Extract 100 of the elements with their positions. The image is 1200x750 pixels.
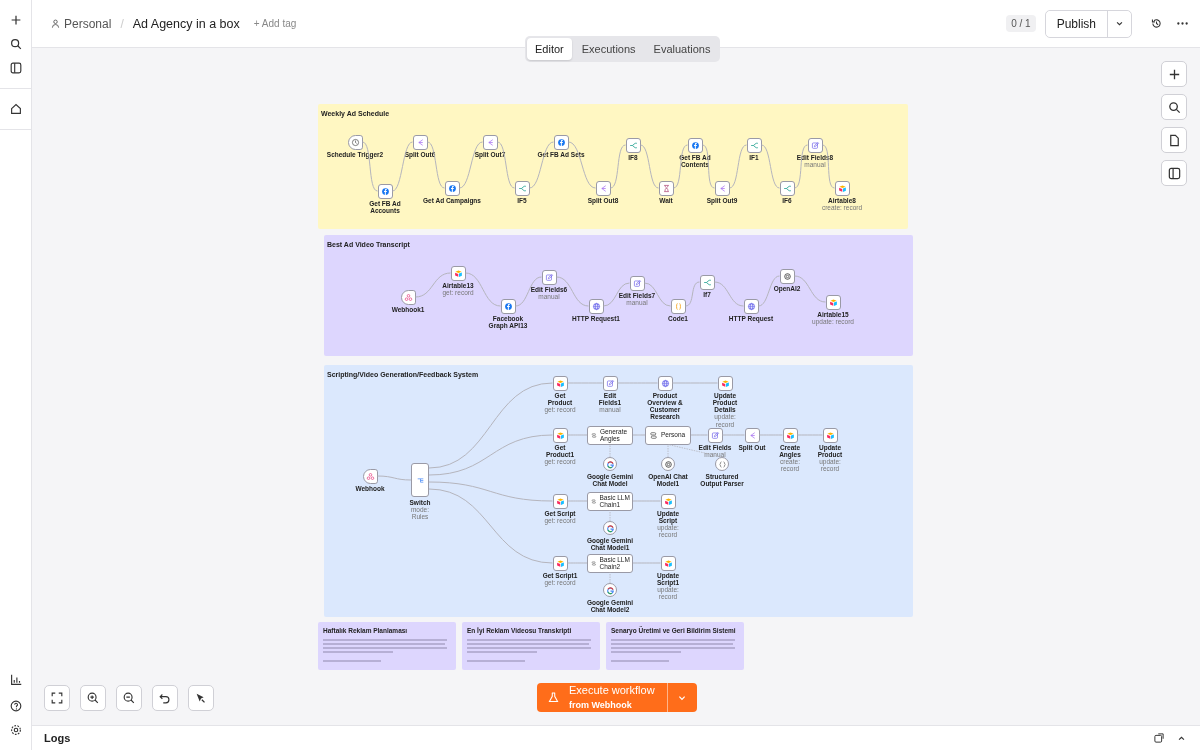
workflow-node[interactable] bbox=[411, 463, 429, 497]
add-node-button[interactable] bbox=[1161, 61, 1187, 87]
connection-line bbox=[632, 434, 646, 436]
facebook-icon bbox=[690, 140, 700, 150]
split-icon bbox=[717, 183, 727, 193]
webhook-icon bbox=[365, 471, 375, 481]
connection-line bbox=[722, 434, 745, 436]
connection-line bbox=[632, 562, 661, 564]
airtable-icon bbox=[828, 297, 838, 307]
facebook-icon bbox=[447, 183, 457, 193]
panel-icon bbox=[8, 61, 23, 75]
help-icon bbox=[8, 699, 23, 713]
fit-view-button[interactable] bbox=[44, 685, 70, 711]
version-counter: 0 / 1 bbox=[1006, 15, 1036, 32]
fit-view-icon bbox=[50, 691, 64, 705]
project-link[interactable]: Personal bbox=[50, 16, 112, 31]
airtable-icon bbox=[825, 430, 835, 440]
view-tab[interactable]: Editor bbox=[527, 38, 572, 60]
chart-icon bbox=[8, 673, 23, 687]
google-icon bbox=[605, 523, 615, 533]
undo-icon bbox=[158, 691, 172, 705]
search-nodes-button[interactable] bbox=[1161, 94, 1187, 120]
pop-out-button[interactable] bbox=[1153, 732, 1165, 744]
hourglass-icon bbox=[661, 183, 671, 193]
add-tag-link[interactable]: + Add tag bbox=[253, 18, 297, 29]
airtable-icon bbox=[555, 496, 565, 506]
facebook-icon bbox=[556, 137, 566, 147]
clock-icon bbox=[350, 137, 360, 147]
zoom-out-button[interactable] bbox=[116, 685, 142, 711]
chain-icon bbox=[591, 558, 597, 568]
sticky-note-button[interactable] bbox=[1161, 127, 1187, 153]
facebook-icon bbox=[503, 301, 513, 311]
settings-icon bbox=[8, 723, 23, 737]
edit-icon bbox=[544, 272, 554, 282]
tidy-up-button[interactable] bbox=[188, 685, 214, 711]
split-icon bbox=[415, 137, 425, 147]
google-icon bbox=[605, 459, 615, 469]
connection-line bbox=[567, 434, 588, 436]
airtable-icon bbox=[837, 183, 847, 193]
edit-icon bbox=[632, 278, 642, 288]
connection-line bbox=[567, 562, 588, 564]
chain-icon bbox=[649, 430, 658, 440]
zoom-in-icon bbox=[86, 691, 100, 705]
globe-icon bbox=[591, 301, 601, 311]
airtable-icon bbox=[720, 378, 730, 388]
zoom-out-icon bbox=[122, 691, 136, 705]
globe-icon bbox=[746, 301, 756, 311]
person-icon bbox=[50, 18, 61, 29]
panel-icon bbox=[1166, 165, 1182, 181]
google-icon bbox=[605, 585, 615, 595]
branch-icon bbox=[628, 140, 638, 150]
workflow-name[interactable]: Ad Agency in a box bbox=[132, 16, 240, 31]
more-menu-button[interactable] bbox=[1177, 22, 1188, 25]
chain-icon bbox=[591, 496, 597, 506]
webhook-icon bbox=[403, 292, 413, 302]
airtable-icon bbox=[785, 430, 795, 440]
history-icon bbox=[1150, 17, 1163, 30]
connection-line bbox=[567, 500, 588, 502]
pop-out-icon bbox=[1153, 732, 1165, 744]
edit-icon bbox=[605, 378, 615, 388]
connection-line bbox=[797, 434, 823, 436]
connection-line bbox=[610, 144, 626, 189]
split-icon bbox=[598, 183, 608, 193]
cursor-icon bbox=[194, 691, 208, 705]
airtable-icon bbox=[663, 558, 673, 568]
connection-line bbox=[377, 475, 412, 481]
connection-line bbox=[690, 434, 708, 436]
home-icon bbox=[8, 102, 23, 116]
reset-zoom-button[interactable] bbox=[152, 685, 178, 711]
branch-icon bbox=[749, 140, 759, 150]
view-tab[interactable]: Evaluations bbox=[645, 38, 719, 60]
airtable-icon bbox=[555, 430, 565, 440]
connection-line bbox=[632, 500, 661, 502]
search-icon bbox=[8, 37, 23, 51]
openai-icon bbox=[782, 271, 792, 281]
code-icon bbox=[673, 301, 683, 311]
edit-icon bbox=[710, 430, 720, 440]
connection-line bbox=[714, 281, 744, 307]
facebook-icon bbox=[380, 186, 390, 196]
view-tab[interactable]: Executions bbox=[573, 38, 644, 60]
logs-title[interactable]: Logs bbox=[44, 732, 71, 744]
breadcrumb-separator: / bbox=[120, 16, 124, 31]
airtable-icon bbox=[663, 496, 673, 506]
split-icon bbox=[747, 430, 757, 440]
branch-icon bbox=[782, 183, 792, 193]
airtable-icon bbox=[555, 558, 565, 568]
globe-icon bbox=[660, 378, 670, 388]
connection-line bbox=[640, 144, 659, 189]
branch-icon bbox=[517, 183, 527, 193]
zoom-in-button[interactable] bbox=[80, 685, 106, 711]
panel-toggle-button[interactable] bbox=[1161, 160, 1187, 186]
connection-line bbox=[685, 281, 700, 307]
airtable-icon bbox=[555, 378, 565, 388]
openai-icon bbox=[663, 459, 673, 469]
airtable-icon bbox=[453, 268, 463, 278]
flask-icon bbox=[547, 691, 560, 704]
history-button[interactable] bbox=[1150, 17, 1163, 30]
braces-icon bbox=[717, 459, 727, 469]
connection-line bbox=[761, 144, 780, 189]
search-icon bbox=[1166, 99, 1182, 115]
